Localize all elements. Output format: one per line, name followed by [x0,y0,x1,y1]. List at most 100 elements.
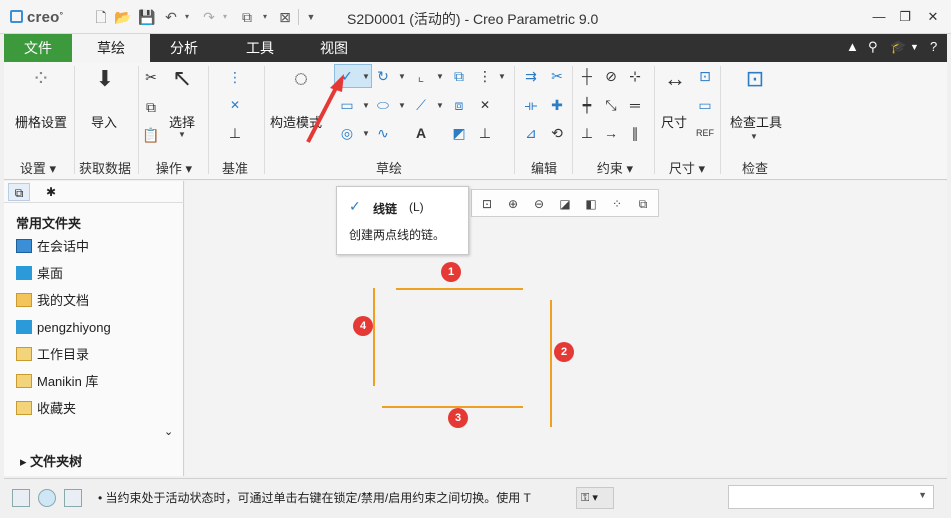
centerline-icon[interactable]: ⋮ [226,68,244,86]
coordinate-system-sketch-icon[interactable]: ⊥ [476,124,494,142]
equal-constraint-icon[interactable]: ═ [626,96,644,114]
open-folder-icon[interactable]: 📂 [114,8,132,26]
sketch-display-filters-icon[interactable]: ⁘ [608,195,626,213]
offset-icon[interactable]: ⧉ [450,67,468,85]
spline-icon[interactable]: ∿ [374,124,392,142]
arc-icon[interactable]: ↻ [374,67,392,85]
chevron-down-icon[interactable]: ▼ [918,490,927,500]
dimension-icon[interactable]: ↔ [660,68,690,100]
select-button[interactable]: 选择 [164,112,200,131]
datum-point-icon[interactable]: ✕ [226,96,244,114]
rectangle-dropdown-icon[interactable]: ▼ [362,101,370,110]
new-file-icon[interactable]: 🗋 [92,8,110,26]
list-item[interactable]: 我的文档 [16,291,89,311]
zoom-out-icon[interactable]: ⊖ [530,195,548,213]
import-icon[interactable]: ⬇ [90,68,120,100]
coincident-constraint-icon[interactable]: ⤡ [602,96,620,114]
group-setup[interactable]: 设置 ▾ [8,158,68,177]
inspect-tools-button[interactable]: 检查工具 [724,112,788,131]
copy-icon[interactable]: ⧉ [142,98,160,116]
graphics-window[interactable] [185,181,947,476]
arc-dropdown-icon[interactable]: ▼ [398,72,406,81]
inspect-tools-icon[interactable]: ⊡ [740,68,770,100]
coordinate-system-icon[interactable]: ⊥ [226,124,244,142]
tab-file[interactable]: 文件 [4,34,72,62]
help-question-icon[interactable]: ? [930,39,937,54]
sketch-line-left[interactable] [373,288,375,386]
inspect-dropdown-icon[interactable]: ▼ [750,132,758,141]
corner-icon[interactable]: ⊿ [522,124,540,142]
minimize-icon[interactable]: — [868,6,890,28]
horizontal-constraint-icon[interactable]: ┿ [578,96,596,114]
repaint-icon[interactable]: ◪ [556,195,574,213]
close-icon[interactable]: ✕ [922,6,944,28]
point-icon[interactable]: ✕ [476,96,494,114]
regenerate-dropdown-icon[interactable]: ▾ [256,8,274,26]
list-item[interactable]: pengzhiyong [16,318,111,338]
modify-icon[interactable]: ⇉ [522,67,540,85]
folder-browser-tab-icon[interactable]: ✱ [40,183,62,201]
import-button[interactable]: 导入 [82,112,126,131]
chamfer-icon[interactable]: ⟋ [412,96,430,114]
dimension-button[interactable]: 尺寸 [656,112,692,131]
regenerate-icon[interactable]: ⧉ [238,8,256,26]
zoom-in-icon[interactable]: ⊕ [504,195,522,213]
list-item[interactable]: 桌面 [16,264,63,284]
perimeter-icon[interactable]: ⊡ [696,67,714,85]
search-icon[interactable]: ⚲ [868,39,878,55]
thicken-icon[interactable]: ⧈ [450,96,468,114]
group-constrain[interactable]: 约束 ▾ [580,158,650,177]
group-dimension[interactable]: 尺寸 ▾ [660,158,714,177]
redo-dropdown-icon[interactable]: ▾ [216,8,234,26]
paste-icon[interactable]: 📋 [142,126,160,144]
ellipse-icon[interactable]: ⬭ [374,96,392,114]
help-dropdown-icon[interactable]: ▼ [910,42,919,52]
centerline-dropdown-arrow[interactable]: ▼ [498,72,506,81]
full-screen-icon[interactable] [64,489,82,507]
fillet-dropdown-icon[interactable]: ▼ [436,72,444,81]
select-arrow-icon[interactable]: ↖ [170,67,194,100]
sketch-line-right[interactable] [550,300,552,427]
select-dropdown-icon[interactable]: ▼ [178,130,186,139]
line-dropdown-icon[interactable]: ▼ [362,72,370,81]
collapse-ribbon-icon[interactable]: ▲ [846,39,859,54]
maximize-icon[interactable]: ❐ [894,6,916,28]
folder-tree-toggle[interactable]: ▸ 文件夹树 [20,451,82,470]
group-operations[interactable]: 操作 ▾ [144,158,204,177]
delete-segment-icon[interactable]: ✂ [548,67,566,85]
save-icon[interactable]: 💾 [138,8,156,26]
rotate-resize-icon[interactable]: ⟲ [548,124,566,142]
browser-toggle-icon[interactable] [38,489,56,507]
list-item[interactable]: 收藏夹 [16,399,76,419]
tab-analysis[interactable]: 分析 [154,34,214,62]
find-icon[interactable]: ⚿ ▾ [576,487,614,509]
palette-icon[interactable]: ◩ [450,124,468,142]
cut-icon[interactable]: ✂ [142,68,160,86]
grid-settings-button[interactable]: 栅格设置 [8,112,74,131]
mirror-icon[interactable]: ⟛ [522,96,540,114]
perpendicular-constraint-icon[interactable]: ⊥ [578,124,596,142]
chevron-down-icon[interactable]: ⌄ [164,425,173,438]
grid-icon[interactable]: ⁘ [26,68,56,100]
list-item[interactable]: 在会话中 [16,237,89,257]
sketch-view-icon[interactable]: ⧉ [634,195,652,213]
text-icon[interactable]: A [412,124,430,142]
help-icon[interactable]: 🎓 [890,39,906,55]
navigator-toggle-icon[interactable] [12,489,30,507]
undo-dropdown-icon[interactable]: ▾ [178,8,196,26]
circle-dropdown-icon[interactable]: ▼ [362,129,370,138]
list-item[interactable]: 工作目录 [16,345,89,365]
display-style-icon[interactable]: ◧ [582,195,600,213]
model-tree-tab-icon[interactable]: ⧉ [8,183,30,201]
tangent-constraint-icon[interactable]: ⊘ [602,67,620,85]
close-window-icon[interactable]: ⊠ [276,8,294,26]
tab-sketch[interactable]: 草绘 [72,34,150,62]
list-item[interactable]: Manikin 库 [16,372,98,392]
tab-view[interactable]: 视图 [304,34,364,62]
sketch-line-top[interactable] [396,288,523,290]
ellipse-dropdown-icon[interactable]: ▼ [398,101,406,110]
divide-icon[interactable]: ✚ [548,96,566,114]
vertical-constraint-icon[interactable]: ┼ [578,67,596,85]
customize-toolbar-icon[interactable]: ▼ [302,8,320,26]
chamfer-dropdown-icon[interactable]: ▼ [436,101,444,110]
